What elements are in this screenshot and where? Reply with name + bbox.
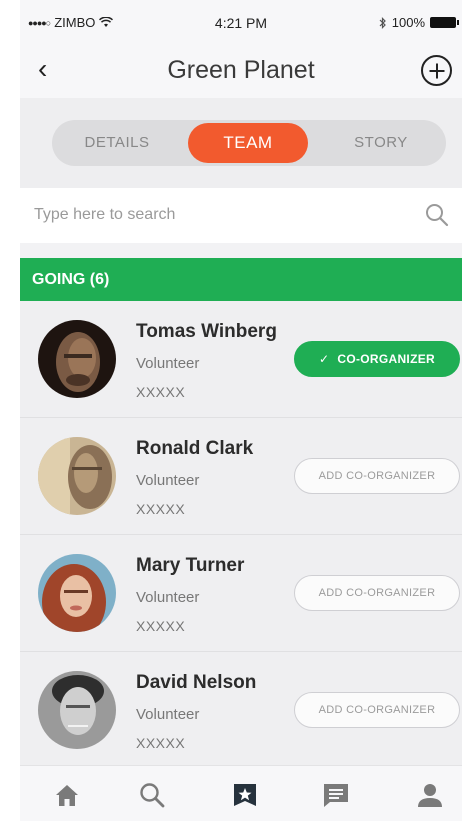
navigation-bar: ‹ Green Planet: [20, 44, 462, 98]
tab-story[interactable]: STORY: [316, 120, 446, 166]
segmented-control: DETAILS TEAM STORY: [52, 120, 446, 166]
battery-icon: [430, 17, 459, 28]
member-name: Ronald Clark: [136, 438, 254, 459]
member-list: Tomas Winberg Volunteer XXXXX ✓ CO-ORGANI…: [20, 301, 462, 769]
add-co-organizer-button[interactable]: ADD CO-ORGANIZER: [294, 458, 460, 494]
bottom-tab-bar: [20, 765, 462, 821]
avatar[interactable]: [38, 554, 116, 632]
add-co-organizer-button[interactable]: ADD CO-ORGANIZER: [294, 575, 460, 611]
status-bar: ●●●●○ ZIMBO 4:21 PM 100%: [20, 0, 462, 44]
search-bar: [20, 188, 462, 243]
add-plus-circle-icon[interactable]: [421, 55, 452, 86]
member-role: Volunteer: [136, 706, 200, 723]
member-name: Tomas Winberg: [136, 321, 277, 342]
battery-status: 100%: [379, 15, 459, 30]
message-icon[interactable]: [321, 780, 351, 810]
member-extra: XXXXX: [136, 618, 186, 634]
search-icon[interactable]: [424, 202, 450, 228]
going-section-header: GOING (6): [20, 258, 462, 301]
co-organizer-button[interactable]: ✓ CO-ORGANIZER: [294, 341, 460, 377]
co-organizer-label: CO-ORGANIZER: [337, 352, 435, 366]
add-co-organizer-button[interactable]: ADD CO-ORGANIZER: [294, 692, 460, 728]
avatar[interactable]: [38, 320, 116, 398]
page-title: Green Planet: [167, 56, 315, 84]
list-item: David Nelson Volunteer XXXXX ADD CO-ORGA…: [20, 652, 462, 769]
list-item: Tomas Winberg Volunteer XXXXX ✓ CO-ORGANI…: [20, 301, 462, 418]
member-name: Mary Turner: [136, 555, 245, 576]
battery-percent: 100%: [391, 15, 425, 30]
app-screen: ●●●●○ ZIMBO 4:21 PM 100% ‹ Green Planet …: [20, 0, 462, 821]
member-role: Volunteer: [136, 355, 200, 372]
list-item: Mary Turner Volunteer XXXXX ADD CO-ORGAN…: [20, 535, 462, 652]
home-icon[interactable]: [52, 780, 82, 810]
member-name: David Nelson: [136, 672, 257, 693]
list-item: Ronald Clark Volunteer XXXXX ADD CO-ORGA…: [20, 418, 462, 535]
segment-area: DETAILS TEAM STORY: [20, 98, 462, 188]
bluetooth-icon: [379, 16, 386, 29]
member-extra: XXXXX: [136, 735, 186, 751]
star-badge-icon[interactable]: [230, 780, 260, 810]
profile-icon[interactable]: [415, 780, 445, 810]
tab-team[interactable]: TEAM: [188, 123, 308, 163]
member-role: Volunteer: [136, 589, 200, 606]
member-extra: XXXXX: [136, 384, 186, 400]
search-tab-icon[interactable]: [137, 780, 167, 810]
check-icon: ✓: [319, 352, 330, 366]
member-extra: XXXXX: [136, 501, 186, 517]
avatar[interactable]: [38, 671, 116, 749]
avatar[interactable]: [38, 437, 116, 515]
tab-details[interactable]: DETAILS: [52, 120, 182, 166]
member-role: Volunteer: [136, 472, 200, 489]
search-input[interactable]: [34, 198, 414, 232]
